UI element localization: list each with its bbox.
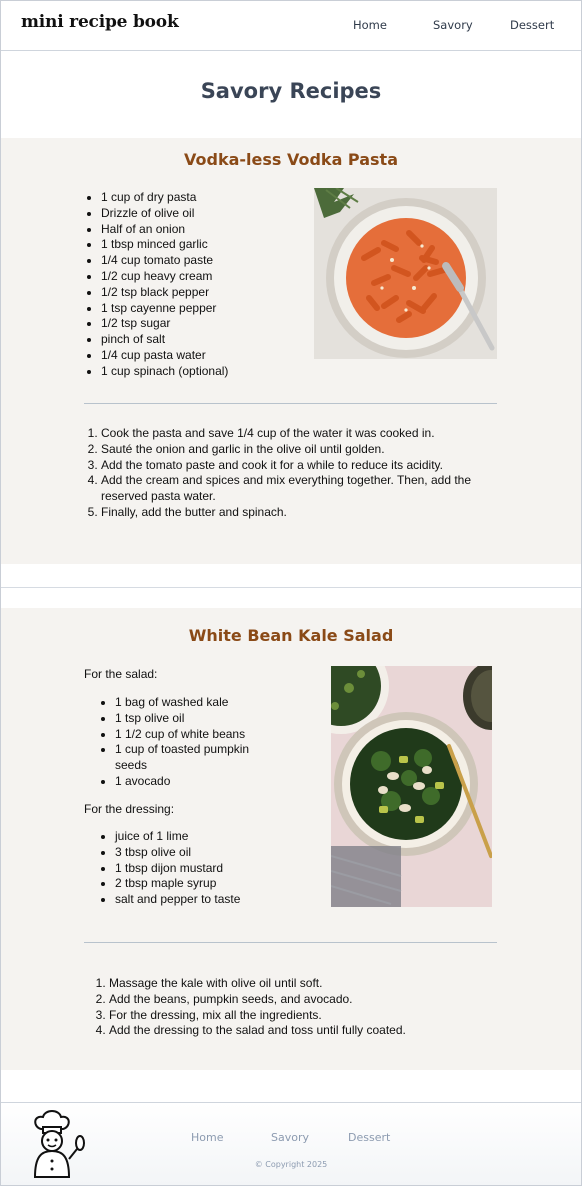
recipe-title: Vodka-less Vodka Pasta xyxy=(183,150,398,169)
list-item: 1 tbsp dijon mustard xyxy=(115,861,315,877)
page-title: Savory Recipes xyxy=(200,79,382,103)
list-item: 1/2 tsp sugar xyxy=(101,316,301,332)
footer-nav-savory[interactable]: Savory xyxy=(271,1131,309,1144)
list-item: salt and pepper to taste xyxy=(115,892,315,908)
instruction-list: Massage the kale with olive oil until so… xyxy=(109,976,509,1039)
list-item: 1 1/2 cup of white beans xyxy=(115,727,265,743)
nav-dessert[interactable]: Dessert xyxy=(510,18,554,32)
site-header: mini recipe book Home Savory Dessert xyxy=(1,1,581,51)
footer-nav-dessert[interactable]: Dessert xyxy=(348,1131,390,1144)
list-item: 3 tbsp olive oil xyxy=(115,845,315,861)
list-item: 1/4 cup pasta water xyxy=(101,348,301,364)
list-item: 1 tbsp minced garlic xyxy=(101,237,301,253)
list-item: 2 tbsp maple syrup xyxy=(115,876,315,892)
list-item: 1 cup of toasted pumpkin seeds xyxy=(115,742,265,774)
list-item: 1/2 tsp black pepper xyxy=(101,285,301,301)
list-item: 1 tsp olive oil xyxy=(115,711,265,727)
pasta-photo xyxy=(314,188,497,359)
recipe-title: White Bean Kale Salad xyxy=(188,626,394,645)
list-item: Cook the pasta and save 1/4 cup of the w… xyxy=(101,426,501,442)
list-item: Add the tomato paste and cook it for a w… xyxy=(101,458,501,474)
list-item: Sauté the onion and garlic in the olive … xyxy=(101,442,501,458)
salad-ingredient-list: 1 bag of washed kale 1 tsp olive oil 1 1… xyxy=(115,695,265,790)
list-item: Add the dressing to the salad and toss u… xyxy=(109,1023,509,1039)
list-item: 1 tsp cayenne pepper xyxy=(101,301,301,317)
ingredient-list: 1 cup of dry pasta Drizzle of olive oil … xyxy=(101,190,301,380)
list-item: Finally, add the butter and spinach. xyxy=(101,505,501,521)
instruction-list: Cook the pasta and save 1/4 cup of the w… xyxy=(101,426,501,521)
salad-label: For the salad: xyxy=(84,667,158,681)
list-item: juice of 1 lime xyxy=(115,829,315,845)
copyright-text: © Copyright 2025 xyxy=(254,1160,328,1169)
dressing-ingredient-list: juice of 1 lime 3 tbsp olive oil 1 tbsp … xyxy=(115,829,315,908)
section-divider xyxy=(84,942,497,943)
list-item: Add the beans, pumpkin seeds, and avocad… xyxy=(109,992,509,1008)
list-item: 1 avocado xyxy=(115,774,265,790)
recipe-card-salad: White Bean Kale Salad For the salad: 1 b… xyxy=(1,608,581,1070)
section-divider xyxy=(84,403,497,404)
recipe-card-pasta: Vodka-less Vodka Pasta 1 cup of dry past… xyxy=(1,138,581,564)
list-item: Massage the kale with olive oil until so… xyxy=(109,976,509,992)
list-item: Add the cream and spices and mix everyth… xyxy=(101,473,501,505)
site-footer: Home Savory Dessert © Copyright 2025 xyxy=(1,1102,581,1185)
list-item: 1 cup of dry pasta xyxy=(101,190,301,206)
salad-photo xyxy=(331,666,492,907)
dressing-label: For the dressing: xyxy=(84,802,175,816)
list-item: Drizzle of olive oil xyxy=(101,206,301,222)
nav-savory[interactable]: Savory xyxy=(433,18,473,32)
footer-nav-home[interactable]: Home xyxy=(191,1131,223,1144)
list-item: 1/4 cup tomato paste xyxy=(101,253,301,269)
list-item: 1 cup spinach (optional) xyxy=(101,364,301,380)
list-item: 1/2 cup heavy cream xyxy=(101,269,301,285)
section-separator xyxy=(1,587,581,588)
list-item: For the dressing, mix all the ingredient… xyxy=(109,1008,509,1024)
list-item: pinch of salt xyxy=(101,332,301,348)
list-item: 1 bag of washed kale xyxy=(115,695,265,711)
site-logo[interactable]: mini recipe book xyxy=(21,12,179,32)
nav-home[interactable]: Home xyxy=(353,18,387,32)
list-item: Half of an onion xyxy=(101,222,301,238)
